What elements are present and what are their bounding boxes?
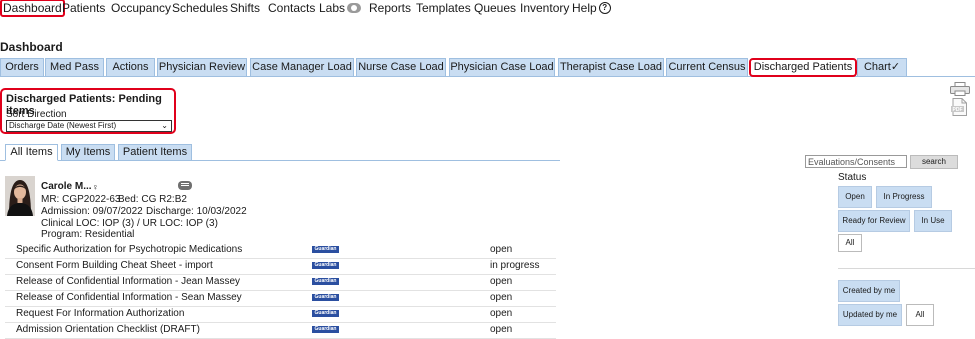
- status-all-button[interactable]: All: [838, 234, 862, 252]
- tab-physician-case-load[interactable]: Physician Case Load: [449, 58, 555, 76]
- dashboard-tabs: Orders Med Pass Actions Physician Review…: [0, 58, 975, 77]
- filter-divider: [838, 268, 975, 269]
- list-item[interactable]: Release of Confidential Information - Se…: [5, 290, 556, 307]
- pdf-icon[interactable]: PDF: [950, 98, 968, 116]
- gender-female-icon: ♀: [92, 182, 99, 192]
- guardian-badge: Guardian: [312, 294, 339, 301]
- nav-help[interactable]: Help?: [572, 1, 611, 15]
- svg-text:PDF: PDF: [953, 107, 963, 113]
- patient-bed: Bed: CG R2:B2: [118, 194, 187, 205]
- item-name[interactable]: Release of Confidential Information - Je…: [16, 274, 240, 289]
- status-label: Status: [838, 172, 867, 183]
- list-item[interactable]: Admission Orientation Checklist (DRAFT) …: [5, 322, 556, 339]
- list-item[interactable]: Request For Information Authorization Gu…: [5, 306, 556, 323]
- nav-queues[interactable]: Queues: [474, 1, 516, 15]
- nav-contacts[interactable]: Contacts: [268, 1, 315, 15]
- nav-patients[interactable]: Patients: [62, 1, 105, 15]
- labs-badge-icon: [347, 2, 362, 13]
- list-item[interactable]: Specific Authorization for Psychotropic …: [5, 242, 556, 259]
- item-status: open: [490, 292, 513, 303]
- evaluations-search-input[interactable]: Evaluations/Consents: [805, 155, 907, 168]
- sort-direction-label: Sort Direction: [6, 109, 67, 120]
- search-button[interactable]: search: [910, 155, 958, 169]
- tab-therapist-case-load[interactable]: Therapist Case Load: [558, 58, 664, 76]
- status-in-progress-button[interactable]: In Progress: [876, 186, 932, 208]
- tab-all-items[interactable]: All Items: [5, 144, 58, 161]
- created-by-me-button[interactable]: Created by me: [838, 280, 900, 302]
- nav-dashboard[interactable]: Dashboard: [0, 0, 65, 17]
- pending-items-panel: Discharged Patients: Pending items Sort …: [0, 88, 176, 134]
- nav-labs[interactable]: Labs: [319, 1, 362, 15]
- tab-actions[interactable]: Actions: [106, 58, 155, 76]
- status-in-use-button[interactable]: In Use: [914, 210, 952, 232]
- nav-reports[interactable]: Reports: [369, 1, 411, 15]
- guardian-badge: Guardian: [312, 246, 339, 253]
- help-icon: ?: [598, 1, 611, 14]
- top-navigation: Dashboard Patients Occupancy Schedules S…: [0, 0, 975, 18]
- chevron-down-icon: ⌄: [161, 121, 168, 130]
- guardian-badge: Guardian: [312, 278, 339, 285]
- nav-shifts[interactable]: Shifts: [230, 1, 260, 15]
- tab-my-items[interactable]: My Items: [61, 144, 115, 161]
- nav-inventory[interactable]: Inventory: [520, 1, 569, 15]
- item-name[interactable]: Release of Confidential Information - Se…: [16, 290, 242, 305]
- patient-mr: MR: CGP2022-63: [41, 194, 121, 205]
- status-open-button[interactable]: Open: [838, 186, 872, 208]
- patient-avatar[interactable]: [5, 176, 35, 216]
- tab-patient-items[interactable]: Patient Items: [118, 144, 192, 161]
- sort-direction-value: Discharge Date (Newest First): [9, 121, 117, 130]
- guardian-badge: Guardian: [312, 310, 339, 317]
- tab-nurse-case-load[interactable]: Nurse Case Load: [356, 58, 446, 76]
- nav-schedules[interactable]: Schedules: [172, 1, 228, 15]
- page-title: Dashboard: [0, 40, 63, 54]
- owner-all-button[interactable]: All: [906, 304, 934, 326]
- tab-case-manager-load[interactable]: Case Manager Load: [250, 58, 354, 76]
- nav-labs-label: Labs: [319, 1, 346, 15]
- item-name[interactable]: Request For Information Authorization: [16, 306, 184, 321]
- item-status: in progress: [490, 260, 540, 271]
- message-icon[interactable]: [178, 181, 192, 190]
- nav-occupancy[interactable]: Occupancy: [111, 1, 171, 15]
- item-status: open: [490, 308, 513, 319]
- printer-icon[interactable]: [950, 82, 970, 96]
- tab-current-census[interactable]: Current Census: [666, 58, 748, 76]
- guardian-badge: Guardian: [312, 262, 339, 269]
- patient-admission: Admission: 09/07/2022: [41, 206, 143, 217]
- item-name[interactable]: Specific Authorization for Psychotropic …: [16, 242, 242, 257]
- patient-program: Program: Residential: [41, 229, 135, 240]
- patient-name[interactable]: Carole M...: [41, 181, 92, 192]
- item-name[interactable]: Consent Form Building Cheat Sheet - impo…: [16, 258, 213, 273]
- tab-discharged-patients[interactable]: Discharged Patients: [749, 58, 857, 77]
- item-name[interactable]: Admission Orientation Checklist (DRAFT): [16, 322, 200, 337]
- list-item[interactable]: Release of Confidential Information - Je…: [5, 274, 556, 291]
- updated-by-me-button[interactable]: Updated by me: [838, 304, 902, 326]
- tab-chart[interactable]: Chart✓: [857, 58, 907, 76]
- status-ready-for-review-button[interactable]: Ready for Review: [838, 210, 910, 232]
- item-status: open: [490, 244, 513, 255]
- item-status: open: [490, 324, 513, 335]
- tab-med-pass[interactable]: Med Pass: [45, 58, 104, 76]
- tab-physician-review[interactable]: Physician Review: [157, 58, 247, 76]
- item-status: open: [490, 276, 513, 287]
- patient-discharge: Discharge: 10/03/2022: [146, 206, 247, 217]
- nav-templates[interactable]: Templates: [416, 1, 471, 15]
- patient-loc: Clinical LOC: IOP (3) / UR LOC: IOP (3): [41, 218, 218, 229]
- sort-direction-select[interactable]: Discharge Date (Newest First) ⌄: [6, 120, 172, 132]
- guardian-badge: Guardian: [312, 326, 339, 333]
- item-filter-tabs: All Items My Items Patient Items: [0, 144, 560, 161]
- list-item[interactable]: Consent Form Building Cheat Sheet - impo…: [5, 258, 556, 275]
- nav-help-label: Help: [572, 1, 597, 15]
- tab-orders[interactable]: Orders: [0, 58, 44, 76]
